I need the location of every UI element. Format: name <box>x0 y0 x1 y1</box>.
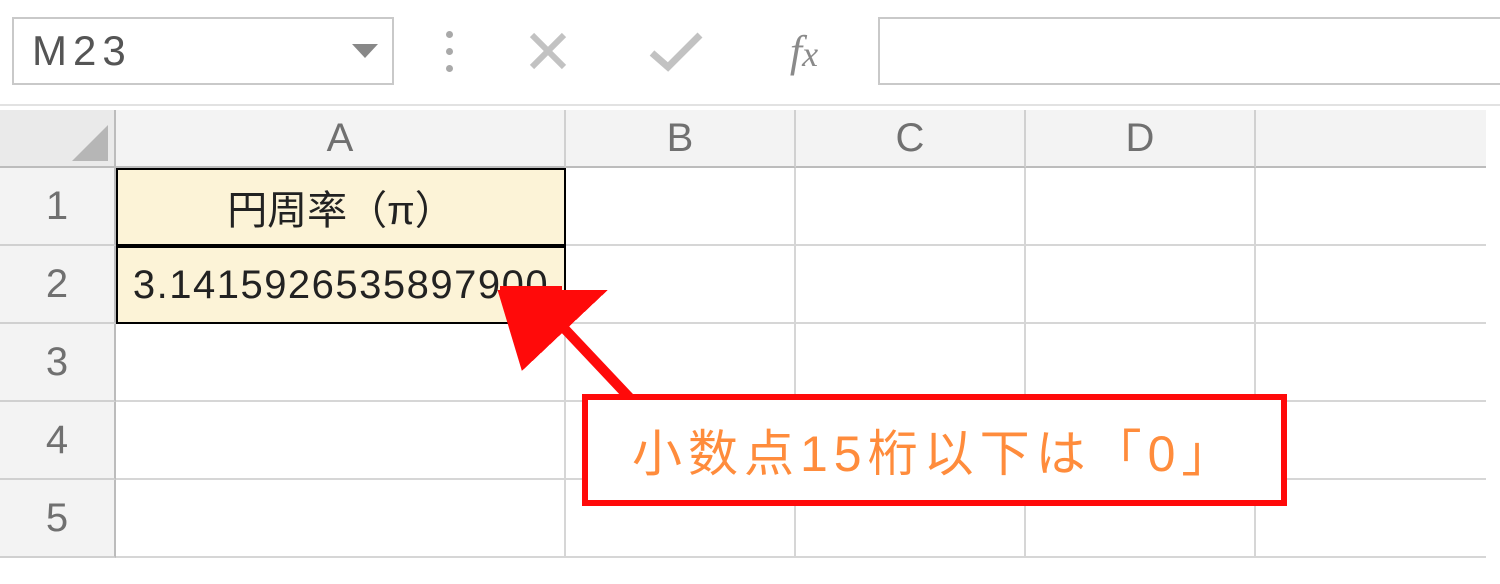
cell-a1[interactable]: 円周率（π） <box>116 168 566 246</box>
row-header-4[interactable]: 4 <box>0 402 116 480</box>
cell-c3[interactable] <box>796 324 1026 402</box>
check-icon <box>646 29 706 73</box>
cell-c1[interactable] <box>796 168 1026 246</box>
cell-e1[interactable] <box>1256 168 1486 246</box>
cell-d1[interactable] <box>1026 168 1256 246</box>
x-icon <box>526 29 570 73</box>
fx-button[interactable]: fx <box>744 17 864 85</box>
cancel-button[interactable] <box>488 17 608 85</box>
annotation-underline <box>500 286 562 296</box>
select-all-corner[interactable] <box>0 110 116 168</box>
cell-a5[interactable] <box>116 480 566 558</box>
name-box[interactable]: M23 <box>12 17 394 85</box>
cell-d2[interactable] <box>1026 246 1256 324</box>
cell-a3[interactable] <box>116 324 566 402</box>
cell-e4[interactable] <box>1256 402 1486 480</box>
cell-e5[interactable] <box>1256 480 1486 558</box>
row-header-5[interactable]: 5 <box>0 480 116 558</box>
row-header-3[interactable]: 3 <box>0 324 116 402</box>
cell-d3[interactable] <box>1026 324 1256 402</box>
row-header-1[interactable]: 1 <box>0 168 116 246</box>
chevron-down-icon[interactable] <box>352 44 378 58</box>
fx-icon: fx <box>790 26 818 77</box>
annotation-callout: 小数点15桁以下は「0」 <box>582 394 1287 506</box>
cell-b3[interactable] <box>566 324 796 402</box>
column-header-b[interactable]: B <box>566 110 796 168</box>
divider <box>0 104 1500 106</box>
enter-button[interactable] <box>616 17 736 85</box>
name-box-value: M23 <box>32 27 132 75</box>
column-header-d[interactable]: D <box>1026 110 1256 168</box>
row-header-2[interactable]: 2 <box>0 246 116 324</box>
formula-input[interactable] <box>878 17 1500 85</box>
column-header-e[interactable] <box>1256 110 1486 168</box>
cell-e3[interactable] <box>1256 324 1486 402</box>
cell-b2[interactable] <box>566 246 796 324</box>
cell-e2[interactable] <box>1256 246 1486 324</box>
separator-dots-icon <box>414 31 484 72</box>
cell-b1[interactable] <box>566 168 796 246</box>
column-header-a[interactable]: A <box>116 110 566 168</box>
cell-c2[interactable] <box>796 246 1026 324</box>
column-header-c[interactable]: C <box>796 110 1026 168</box>
cell-a2[interactable]: 3.1415926535897900 <box>116 246 566 324</box>
formula-bar-row: M23 fx <box>0 6 1500 96</box>
cell-a4[interactable] <box>116 402 566 480</box>
